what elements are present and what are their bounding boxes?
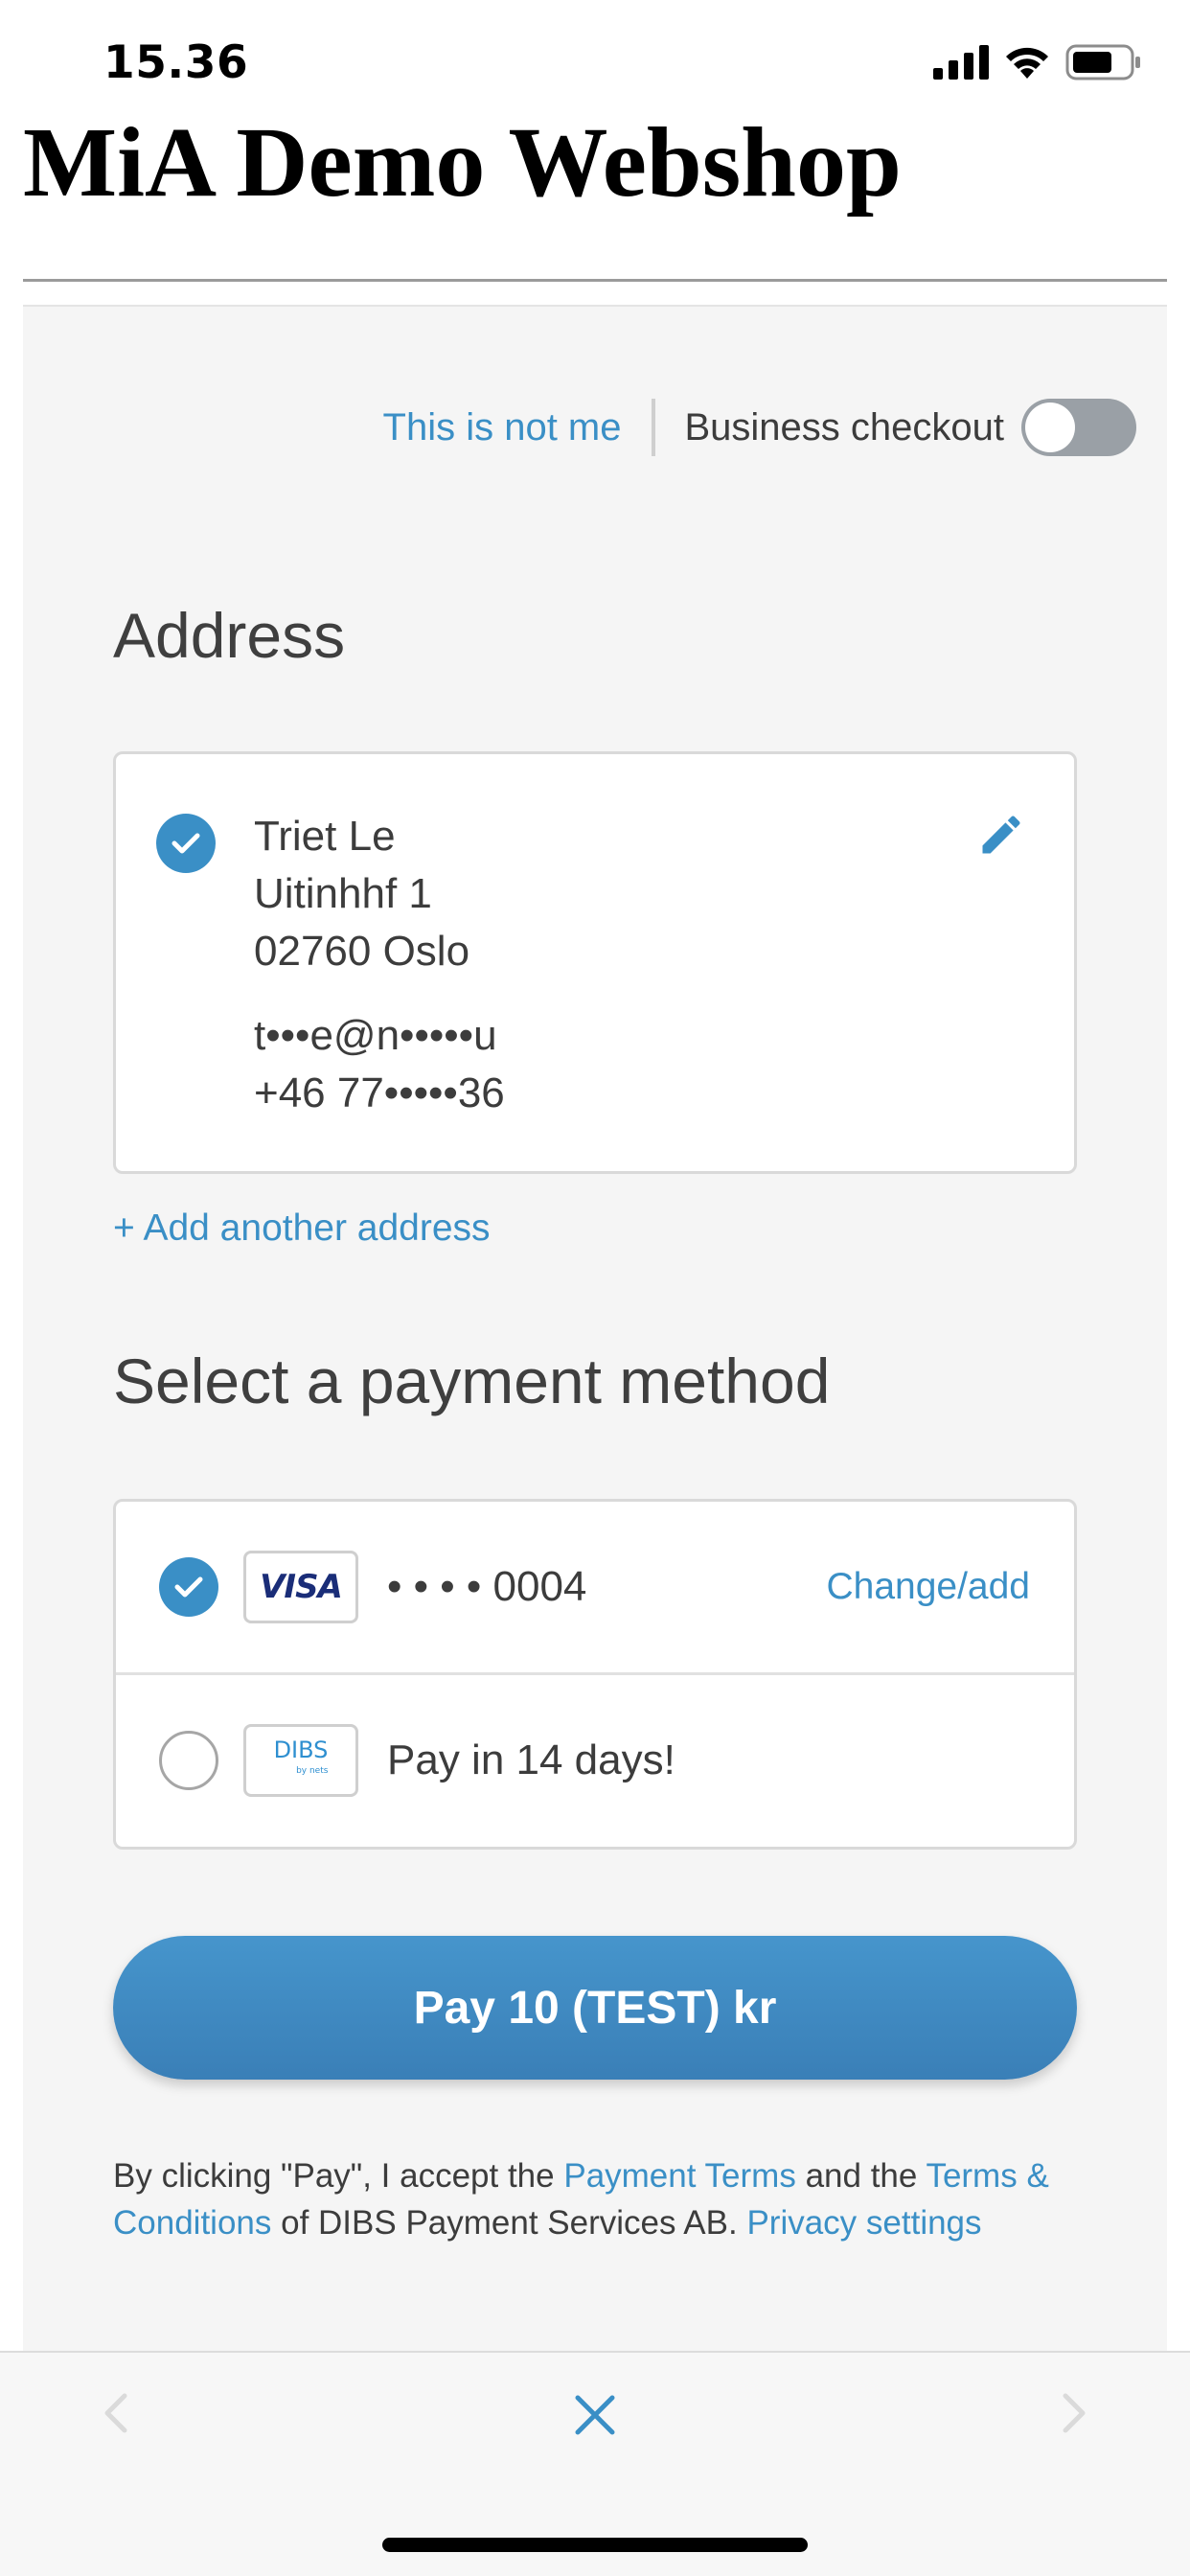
dibs-logo-sub: by nets bbox=[296, 1766, 329, 1776]
dibs-logo: DIBS by nets bbox=[243, 1724, 358, 1797]
status-time: 15.36 bbox=[103, 36, 249, 89]
close-icon[interactable] bbox=[572, 2392, 618, 2438]
address-postal-city: 02760 Oslo bbox=[254, 928, 470, 975]
legal-text-part1: By clicking "Pay", I accept the bbox=[113, 2157, 564, 2195]
address-card[interactable]: Triet Le Uitinhhf 1 02760 Oslo t•••e@n••… bbox=[113, 751, 1077, 1174]
business-checkout-label: Business checkout bbox=[684, 405, 1004, 448]
title-divider bbox=[23, 279, 1167, 282]
pay-button[interactable]: Pay 10 (TEST) kr bbox=[113, 1936, 1077, 2080]
address-phone: +46 77•••••36 bbox=[254, 1070, 505, 1116]
payment-method-dibs[interactable]: DIBS by nets Pay in 14 days! bbox=[116, 1675, 1074, 1846]
battery-icon bbox=[1065, 44, 1140, 80]
dibs-label: Pay in 14 days! bbox=[387, 1736, 675, 1783]
change-add-link[interactable]: Change/add bbox=[826, 1566, 1030, 1608]
cellular-signal-icon bbox=[933, 45, 989, 80]
status-icons bbox=[933, 44, 1142, 80]
payment-heading: Select a payment method bbox=[113, 1346, 831, 1416]
chevron-left-icon[interactable] bbox=[100, 2392, 132, 2434]
address-name: Triet Le bbox=[254, 813, 396, 860]
address-street: Uitinhhf 1 bbox=[254, 870, 432, 917]
dibs-radio[interactable] bbox=[159, 1731, 218, 1790]
payment-methods-card: VISA • • • • 0004 Change/add DIBS by net… bbox=[113, 1499, 1077, 1850]
address-email: t•••e@n•••••u bbox=[254, 1012, 497, 1059]
checkmark-icon bbox=[172, 833, 200, 854]
add-address-link[interactable]: + Add another address bbox=[113, 1208, 491, 1250]
wifi-icon bbox=[1006, 47, 1048, 79]
not-me-link[interactable]: This is not me bbox=[383, 406, 622, 449]
checkout-top-links: This is not me Business checkout bbox=[383, 398, 1136, 457]
link-separator bbox=[652, 399, 656, 456]
address-selected-check[interactable] bbox=[156, 814, 216, 873]
payment-terms-link[interactable]: Payment Terms bbox=[563, 2157, 796, 2195]
visa-selected-check[interactable] bbox=[159, 1557, 218, 1617]
legal-text: By clicking "Pay", I accept the Payment … bbox=[113, 2152, 1081, 2246]
address-heading: Address bbox=[113, 600, 346, 671]
legal-text-part3: of DIBS Payment Services AB. bbox=[271, 2204, 747, 2242]
pencil-icon[interactable] bbox=[976, 810, 1026, 860]
privacy-settings-link[interactable]: Privacy settings bbox=[746, 2204, 981, 2242]
toggle-knob bbox=[1025, 402, 1075, 452]
chevron-right-icon[interactable] bbox=[1058, 2392, 1090, 2434]
dibs-logo-text: DIBS bbox=[273, 1736, 329, 1763]
payment-method-visa[interactable]: VISA • • • • 0004 Change/add bbox=[116, 1502, 1074, 1672]
dibs-logo-wordmark: DIBS by nets bbox=[273, 1736, 329, 1782]
visa-card-number: • • • • 0004 bbox=[387, 1563, 587, 1610]
site-title: MiA Demo Webshop bbox=[23, 107, 902, 218]
address-details: Triet Le Uitinhhf 1 02760 Oslo t•••e@n••… bbox=[254, 808, 505, 1122]
business-checkout-toggle[interactable] bbox=[1021, 399, 1136, 456]
visa-logo-text: VISA bbox=[260, 1568, 343, 1606]
home-indicator[interactable] bbox=[382, 2538, 808, 2552]
checkmark-icon bbox=[174, 1576, 203, 1598]
visa-logo: VISA bbox=[243, 1551, 358, 1623]
legal-text-part2: and the bbox=[795, 2157, 927, 2195]
